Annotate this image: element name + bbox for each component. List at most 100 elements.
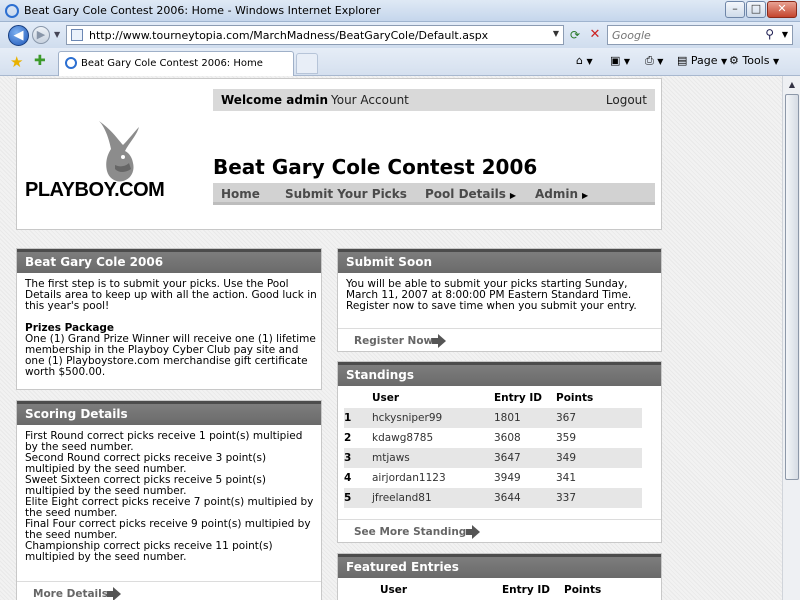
refresh-icon[interactable]: ⟳: [566, 26, 584, 44]
playboy-bunny-logo: [99, 121, 139, 182]
more-details-link[interactable]: More Details: [33, 588, 108, 600]
points-header: Points: [564, 584, 602, 596]
tab-home[interactable]: Beat Gary Cole Contest 2006: Home: [58, 51, 294, 76]
print-icon[interactable]: ⎙ ▼: [645, 54, 663, 68]
submenu-arrow-icon: ▶: [582, 191, 589, 200]
maximize-button[interactable]: □: [746, 1, 766, 18]
featured-panel: Featured Entries User Entry ID Points: [337, 553, 662, 600]
page-menu[interactable]: ▤ Page ▼: [677, 54, 727, 67]
register-now-row[interactable]: Register Now: [338, 328, 661, 352]
scoring-panel-header: Scoring Details: [17, 401, 321, 425]
page-content: Welcome admin Your Account Logout PLAYBO…: [16, 76, 666, 600]
new-tab-button[interactable]: [296, 53, 318, 74]
points-cell: 341: [556, 472, 577, 484]
user-cell[interactable]: airjordan1123: [372, 468, 494, 488]
intro-text: The first step is to submit your picks. …: [25, 278, 317, 312]
table-row[interactable]: 4 airjordan1123 3949 341: [344, 468, 642, 488]
forward-button[interactable]: ▶: [32, 26, 50, 44]
scrollbar-thumb[interactable]: [785, 94, 799, 480]
add-favorites-icon[interactable]: ✚: [34, 53, 46, 69]
tab-ie-icon: [65, 57, 77, 69]
user-cell[interactable]: mtjaws: [372, 448, 494, 468]
favorites-star-icon[interactable]: ★: [10, 53, 23, 71]
nav-pool-details[interactable]: Pool Details ▶: [425, 187, 516, 201]
entry-id-cell[interactable]: 1801: [494, 408, 556, 428]
entry-id-cell[interactable]: 3949: [494, 468, 556, 488]
scroll-up-icon[interactable]: ▲: [785, 78, 799, 92]
see-more-standings-link[interactable]: See More Standings: [354, 526, 473, 538]
submit-body: You will be able to submit your picks st…: [346, 279, 658, 312]
address-dropdown-icon[interactable]: ▼: [553, 29, 559, 38]
tools-menu[interactable]: ⚙ Tools ▼: [729, 54, 779, 67]
title-bar: Beat Gary Cole Contest 2006: Home - Wind…: [0, 0, 800, 22]
search-icon[interactable]: ⚲: [765, 27, 774, 41]
home-icon[interactable]: ⌂ ▼: [576, 54, 593, 67]
points-cell: 349: [556, 448, 642, 468]
ie-logo-icon: [5, 4, 19, 18]
table-row[interactable]: 2 kdawg8785 3608 359: [344, 428, 642, 448]
search-input[interactable]: [610, 27, 760, 43]
user-header: User: [372, 392, 400, 404]
user-bar: Welcome admin Your Account Logout: [213, 89, 655, 111]
your-account-link[interactable]: Your Account: [331, 93, 409, 107]
intro-body: The first step is to submit your picks. …: [25, 279, 317, 378]
rank-cell: 2: [344, 432, 352, 444]
nav-submit-picks[interactable]: Submit Your Picks: [285, 187, 407, 201]
entry-id-cell[interactable]: 3647: [494, 448, 556, 468]
arrow-right-icon[interactable]: [432, 334, 446, 348]
search-dropdown-icon[interactable]: ▼: [782, 30, 788, 39]
featured-heading: Featured Entries: [346, 560, 459, 574]
scoring-body: First Round correct picks receive 1 poin…: [25, 431, 317, 563]
more-details-row[interactable]: More Details: [17, 581, 321, 600]
submenu-arrow-icon: ▶: [509, 191, 517, 200]
close-button[interactable]: ✕: [767, 1, 797, 18]
table-row[interactable]: 3 mtjaws 3647 349: [344, 448, 642, 468]
address-url[interactable]: http://www.tourneytopia.com/MarchMadness…: [89, 29, 488, 42]
nav-home[interactable]: Home: [221, 187, 260, 201]
window-title: Beat Gary Cole Contest 2006: Home - Wind…: [24, 4, 381, 17]
register-now-link[interactable]: Register Now: [354, 335, 433, 347]
navigation-bar: ◀ ▶ ▼ http://www.tourneytopia.com/MarchM…: [0, 22, 800, 48]
table-row[interactable]: 1 hckysniper99 1801 367: [344, 408, 642, 428]
entry-id-cell[interactable]: 3608: [494, 428, 556, 448]
page-viewport: Welcome admin Your Account Logout PLAYBO…: [0, 76, 782, 600]
table-row[interactable]: 5 jfreeland81 3644 337: [344, 488, 642, 508]
table-header-row: User Entry ID Points: [344, 388, 642, 408]
entry-id-cell[interactable]: 3644: [494, 488, 556, 508]
submit-panel: Submit Soon You will be able to submit y…: [337, 248, 662, 352]
search-box[interactable]: ⚲ ▼: [607, 25, 793, 45]
playboy-logo-text[interactable]: PLAYBOY.COM: [25, 179, 165, 202]
rank-header: [344, 388, 372, 408]
intro-heading: Beat Gary Cole 2006: [25, 255, 164, 269]
minimize-button[interactable]: –: [725, 1, 745, 18]
user-cell[interactable]: jfreeland81: [372, 488, 494, 508]
submit-heading: Submit Soon: [346, 255, 432, 269]
table-header-row: User Entry ID Points: [344, 580, 642, 600]
nav-pool-details-label: Pool Details: [425, 187, 506, 201]
nav-admin-label: Admin: [535, 187, 579, 201]
feeds-icon[interactable]: ▣ ▼: [610, 54, 630, 67]
user-cell[interactable]: hckysniper99: [372, 408, 494, 428]
submit-panel-header: Submit Soon: [338, 249, 661, 273]
nav-admin[interactable]: Admin ▶: [535, 187, 588, 201]
scoring-heading: Scoring Details: [25, 407, 128, 421]
arrow-right-icon[interactable]: [466, 525, 480, 539]
contest-title: Beat Gary Cole Contest 2006: [213, 155, 538, 179]
user-cell[interactable]: kdawg8785: [372, 428, 494, 448]
address-bar[interactable]: http://www.tourneytopia.com/MarchMadness…: [66, 25, 564, 45]
main-nav: Home Submit Your Picks Pool Details ▶ Adm…: [213, 183, 655, 205]
rank-cell: 3: [344, 448, 372, 468]
logout-link[interactable]: Logout: [606, 93, 647, 107]
scoring-panel: Scoring Details First Round correct pick…: [16, 400, 322, 600]
back-button[interactable]: ◀: [8, 25, 29, 46]
stop-icon[interactable]: ✕: [586, 26, 604, 44]
history-dropdown-icon[interactable]: ▼: [54, 30, 60, 39]
arrow-right-icon[interactable]: [107, 587, 121, 600]
intro-panel: Beat Gary Cole 2006 The first step is to…: [16, 248, 322, 390]
standings-panel-header: Standings: [338, 362, 661, 386]
see-more-standings-row[interactable]: See More Standings: [338, 519, 661, 543]
scoring-line: Second Round correct picks receive 3 poi…: [25, 452, 267, 475]
site-header: Welcome admin Your Account Logout PLAYBO…: [16, 78, 662, 230]
rank-header: [344, 580, 380, 600]
vertical-scrollbar[interactable]: ▲: [782, 76, 800, 600]
